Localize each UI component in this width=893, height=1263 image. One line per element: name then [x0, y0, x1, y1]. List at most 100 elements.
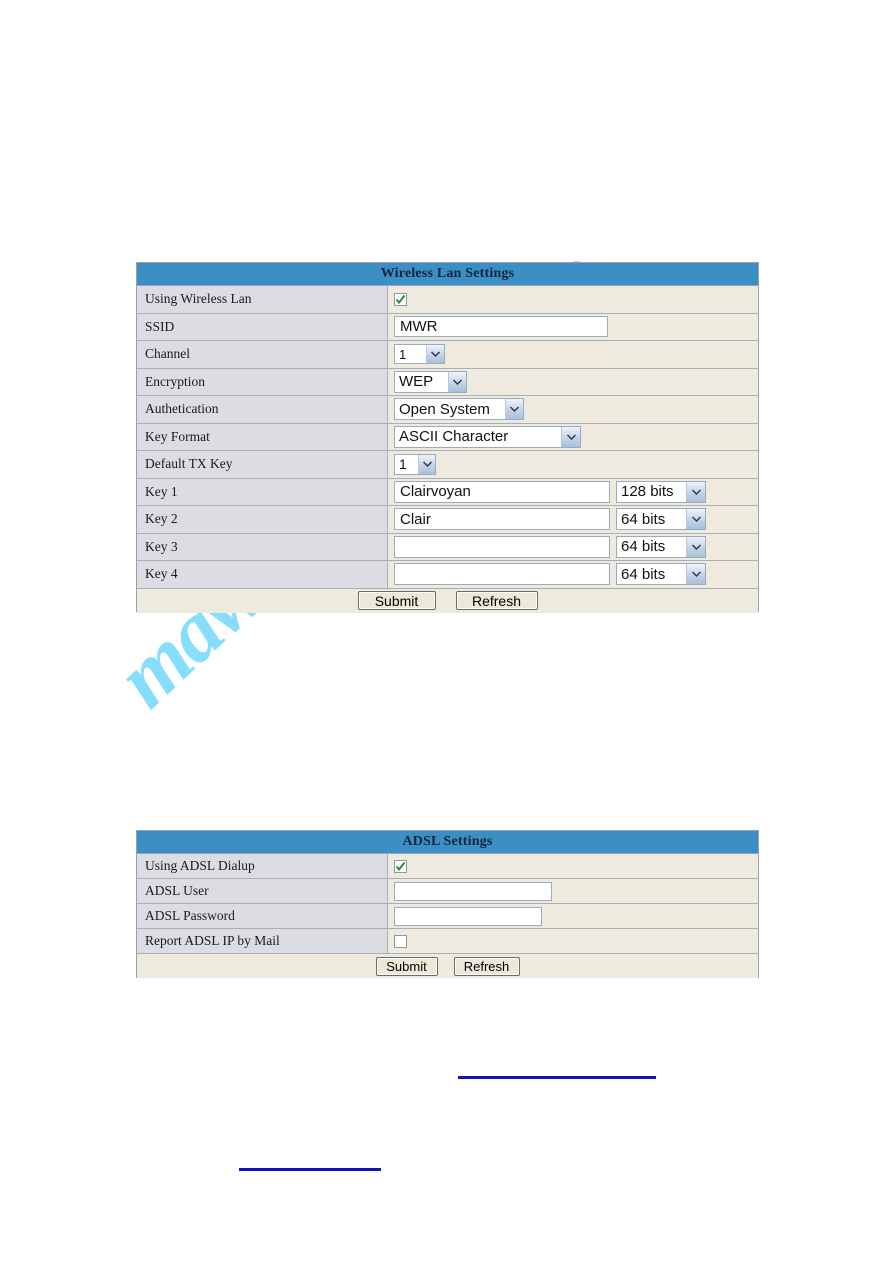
row-using-wireless-lan: Using Wireless Lan	[137, 286, 758, 314]
row-report-adsl-ip-by-mail: Report ADSL IP by Mail	[137, 929, 758, 954]
label-channel: Channel	[137, 341, 388, 368]
using-adsl-dialup-checkbox[interactable]	[394, 859, 407, 873]
key-3-bits-select[interactable]: 64 bits	[616, 535, 706, 558]
ssid-input[interactable]: MWR	[394, 316, 608, 338]
value-key-3-bits: 64 bits	[610, 533, 758, 560]
key-4-input[interactable]	[394, 563, 610, 586]
row-adsl-password: ADSL Password	[137, 904, 758, 929]
row-channel: Channel 1	[137, 341, 758, 369]
label-key-1: Key 1	[137, 478, 388, 505]
chevron-down-icon	[448, 371, 466, 392]
label-adsl-user: ADSL User	[137, 879, 388, 903]
key-format-select[interactable]: ASCII Character	[394, 425, 581, 448]
chevron-down-icon	[426, 345, 444, 364]
value-key-4	[388, 561, 610, 588]
key-3-bits-value: 64 bits	[621, 538, 666, 556]
row-key-1: Key 1 Clairvoyan 128 bits	[137, 478, 758, 506]
value-using-wireless-lan	[388, 286, 758, 313]
value-key-4-bits: 64 bits	[610, 561, 758, 588]
label-key-format: Key Format	[137, 423, 388, 450]
adsl-settings-panel: ADSL Settings Using ADSL Dialup ADSL Use…	[136, 830, 759, 978]
row-adsl-user: ADSL User	[137, 879, 758, 904]
chevron-down-icon	[418, 454, 435, 474]
label-using-adsl-dialup: Using ADSL Dialup	[137, 854, 388, 878]
key-1-bits-value: 128 bits	[621, 483, 674, 501]
chevron-down-icon	[686, 536, 705, 557]
encryption-select-value: WEP	[399, 373, 434, 391]
value-authetication: Open System	[388, 396, 758, 423]
value-key-format: ASCII Character	[388, 423, 758, 450]
value-using-adsl-dialup	[388, 854, 758, 878]
value-channel: 1	[388, 341, 758, 368]
wireless-refresh-button[interactable]: Refresh	[455, 591, 538, 610]
adsl-settings-title: ADSL Settings	[137, 831, 758, 854]
key-4-bits-value: 64 bits	[621, 565, 666, 583]
key-3-input[interactable]	[394, 535, 610, 558]
label-encryption: Encryption	[137, 368, 388, 395]
key-2-bits-value: 64 bits	[621, 510, 666, 528]
value-key-2-bits: 64 bits	[610, 506, 758, 533]
value-adsl-user	[388, 879, 758, 903]
key-1-input[interactable]: Clairvoyan	[394, 480, 610, 503]
value-key-1: Clairvoyan	[388, 478, 610, 505]
channel-select[interactable]: 1	[394, 344, 445, 365]
value-key-1-bits: 128 bits	[610, 478, 758, 505]
chevron-down-icon	[686, 481, 705, 502]
link-underline-upper[interactable]	[458, 1076, 656, 1079]
default-tx-key-select[interactable]: 1	[394, 453, 436, 475]
link-underline-lower[interactable]	[239, 1168, 381, 1171]
row-key-4: Key 4 64 bits	[137, 561, 758, 589]
adsl-refresh-button[interactable]: Refresh	[453, 956, 520, 976]
value-adsl-password	[388, 904, 758, 928]
chevron-down-icon	[686, 564, 705, 585]
label-report-adsl-ip-by-mail: Report ADSL IP by Mail	[137, 929, 388, 953]
row-using-adsl-dialup: Using ADSL Dialup	[137, 854, 758, 879]
adsl-user-input[interactable]	[394, 881, 552, 901]
label-default-tx-key: Default TX Key	[137, 451, 388, 478]
adsl-buttons-row: Submit Refresh	[137, 954, 758, 978]
value-default-tx-key: 1	[388, 451, 758, 478]
label-authetication: Authetication	[137, 396, 388, 423]
label-adsl-password: ADSL Password	[137, 904, 388, 928]
row-key-3: Key 3 64 bits	[137, 533, 758, 561]
row-default-tx-key: Default TX Key 1	[137, 451, 758, 479]
row-ssid: SSID MWR	[137, 313, 758, 341]
default-tx-key-select-value: 1	[399, 456, 407, 473]
row-encryption: Encryption WEP	[137, 368, 758, 396]
row-authetication: Authetication Open System	[137, 396, 758, 424]
adsl-submit-button[interactable]: Submit	[375, 956, 438, 976]
channel-select-value: 1	[399, 346, 407, 362]
chevron-down-icon	[686, 509, 705, 530]
label-key-4: Key 4	[137, 561, 388, 588]
watermark: maw.solsmive.com	[0, 0, 893, 1263]
wireless-lan-settings-panel: Wireless Lan Settings Using Wireless Lan…	[136, 262, 759, 613]
label-using-wireless-lan: Using Wireless Lan	[137, 286, 388, 313]
label-ssid: SSID	[137, 313, 388, 340]
authetication-select-value: Open System	[399, 400, 490, 418]
chevron-down-icon	[561, 426, 580, 447]
value-report-adsl-ip-by-mail	[388, 929, 758, 953]
value-key-2: Clair	[388, 506, 610, 533]
checkmark-icon	[395, 294, 406, 304]
label-key-2: Key 2	[137, 506, 388, 533]
key-1-bits-select[interactable]: 128 bits	[616, 480, 706, 503]
value-encryption: WEP	[388, 368, 758, 395]
encryption-select[interactable]: WEP	[394, 370, 467, 393]
authetication-select[interactable]: Open System	[394, 398, 524, 421]
row-key-format: Key Format ASCII Character	[137, 423, 758, 451]
key-format-select-value: ASCII Character	[399, 428, 509, 446]
checkmark-icon	[395, 861, 406, 871]
key-2-bits-select[interactable]: 64 bits	[616, 508, 706, 531]
key-4-bits-select[interactable]: 64 bits	[616, 563, 706, 586]
chevron-down-icon	[505, 399, 523, 420]
row-key-2: Key 2 Clair 64 bits	[137, 506, 758, 534]
adsl-password-input[interactable]	[394, 906, 542, 926]
wireless-lan-settings-title: Wireless Lan Settings	[137, 263, 758, 286]
report-adsl-ip-by-mail-checkbox[interactable]	[394, 934, 407, 948]
using-wireless-lan-checkbox[interactable]	[394, 292, 407, 306]
wireless-buttons-row: Submit Refresh	[137, 588, 758, 613]
value-ssid: MWR	[388, 313, 758, 340]
label-key-3: Key 3	[137, 533, 388, 560]
key-2-input[interactable]: Clair	[394, 508, 610, 531]
wireless-submit-button[interactable]: Submit	[357, 591, 436, 610]
